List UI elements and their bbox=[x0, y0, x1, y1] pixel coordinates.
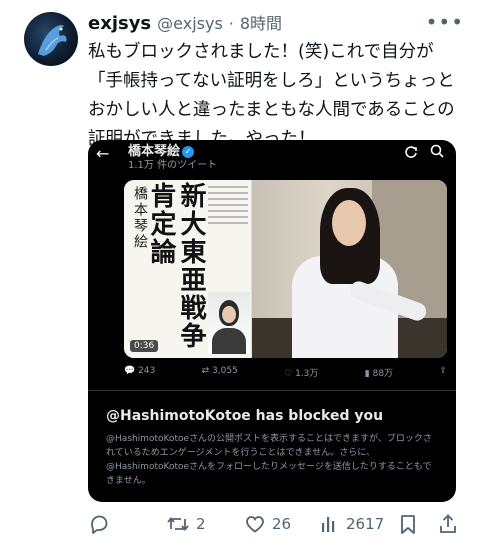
dragon-avatar-icon bbox=[38, 24, 67, 56]
video-duration: 0:36 bbox=[130, 340, 159, 352]
user-handle[interactable]: @exjsys bbox=[157, 14, 223, 33]
like-count: 26 bbox=[272, 515, 292, 533]
tweet-text: 私もブロックされました！(笑)これで自分が 「手帳持ってない証明をしろ」というち… bbox=[88, 38, 468, 154]
book-blurb-lines bbox=[208, 186, 248, 246]
views-count: 2617 bbox=[346, 515, 385, 533]
woman-at-piano-photo bbox=[252, 180, 447, 358]
card-reply-stat: 💬 243 bbox=[124, 366, 156, 376]
blocked-notice-body: @HashimotoKotoeさんの公開ポストを表示することはできますが、ブロッ… bbox=[106, 432, 446, 488]
card-retweet-stat: ⇄ 3,055 bbox=[201, 366, 238, 376]
retweet-button[interactable]: 2 bbox=[166, 510, 206, 538]
blocked-notice-line: れているためエンゲージメントを行うことはできません。さらに、 bbox=[106, 448, 376, 458]
views-chart-icon bbox=[322, 517, 335, 532]
video-thumbnail[interactable]: 橋本琴絵 新大東亜戦争肯定論 0:36 bbox=[124, 180, 447, 358]
tweet-line: 「手帳持ってない証明をしろ」というちょっと bbox=[88, 71, 455, 91]
views-button[interactable]: 2617 bbox=[320, 510, 384, 538]
refresh-icon[interactable] bbox=[404, 145, 418, 163]
retweet-icon bbox=[167, 517, 189, 531]
author-portrait bbox=[208, 292, 250, 354]
search-icon[interactable] bbox=[430, 144, 444, 162]
blocked-notice-line: @HashimotoKotoeさんの公開ポストを表示することはできますが、ブロッ… bbox=[106, 434, 432, 444]
card-header: ← 橋本琴絵 ✓ 1.1万 件のツイート bbox=[88, 140, 456, 174]
card-views-stat: ▮ 88万 bbox=[364, 369, 394, 379]
book-cover: 橋本琴絵 新大東亜戦争肯定論 0:36 bbox=[124, 180, 252, 358]
card-like-stat: ♡ 1.3万 bbox=[284, 369, 319, 379]
card-divider bbox=[88, 390, 456, 391]
separator-dot: · bbox=[228, 14, 234, 33]
display-name[interactable]: exjsys bbox=[88, 13, 151, 34]
share-icon bbox=[440, 514, 456, 533]
like-button[interactable]: 26 bbox=[244, 510, 291, 538]
book-title: 新大東亜戦争肯定論 bbox=[146, 182, 206, 350]
embedded-screenshot-card[interactable]: ← 橋本琴絵✓ 1.1万 件のツイート 橋本琴絵 新大東亜戦争肯定論 0:36 bbox=[88, 140, 456, 502]
heart-icon bbox=[246, 516, 264, 533]
card-stats-bar: 💬 243 ⇄ 3,055 ♡ 1.3万 ▮ 88万 ⇪ bbox=[124, 366, 447, 382]
retweet-count: 2 bbox=[196, 515, 206, 533]
tweet-header: exjsys @exjsys · 8時間 bbox=[88, 10, 282, 36]
tweet-action-bar: 2 26 2617 bbox=[88, 510, 460, 538]
share-button[interactable] bbox=[438, 510, 458, 538]
bookmark-icon bbox=[401, 515, 415, 534]
reply-icon bbox=[91, 515, 108, 534]
timestamp[interactable]: 8時間 bbox=[240, 10, 282, 34]
blocked-notice-line: きません。 bbox=[106, 476, 151, 486]
card-share-icon: ⇪ bbox=[439, 366, 447, 376]
tweet-line: 私もブロックされました！(笑)これで自分が bbox=[88, 42, 434, 62]
more-options-icon[interactable]: ••• bbox=[426, 10, 464, 34]
blocked-notice-line: @HashimotoKotoeさんをフォローしたりメッセージを送信したりすること… bbox=[106, 462, 432, 472]
back-arrow-icon[interactable]: ← bbox=[96, 144, 109, 163]
bookmark-button[interactable] bbox=[398, 510, 418, 538]
card-tweet-count: 1.1万 件のツイート bbox=[128, 160, 218, 171]
reply-button[interactable] bbox=[88, 510, 110, 538]
avatar[interactable] bbox=[24, 12, 78, 66]
tweet-line: おかしい人と違ったまともな人間であることの bbox=[88, 100, 455, 120]
blocked-notice-title: @HashimotoKotoe has blocked you bbox=[106, 408, 384, 424]
